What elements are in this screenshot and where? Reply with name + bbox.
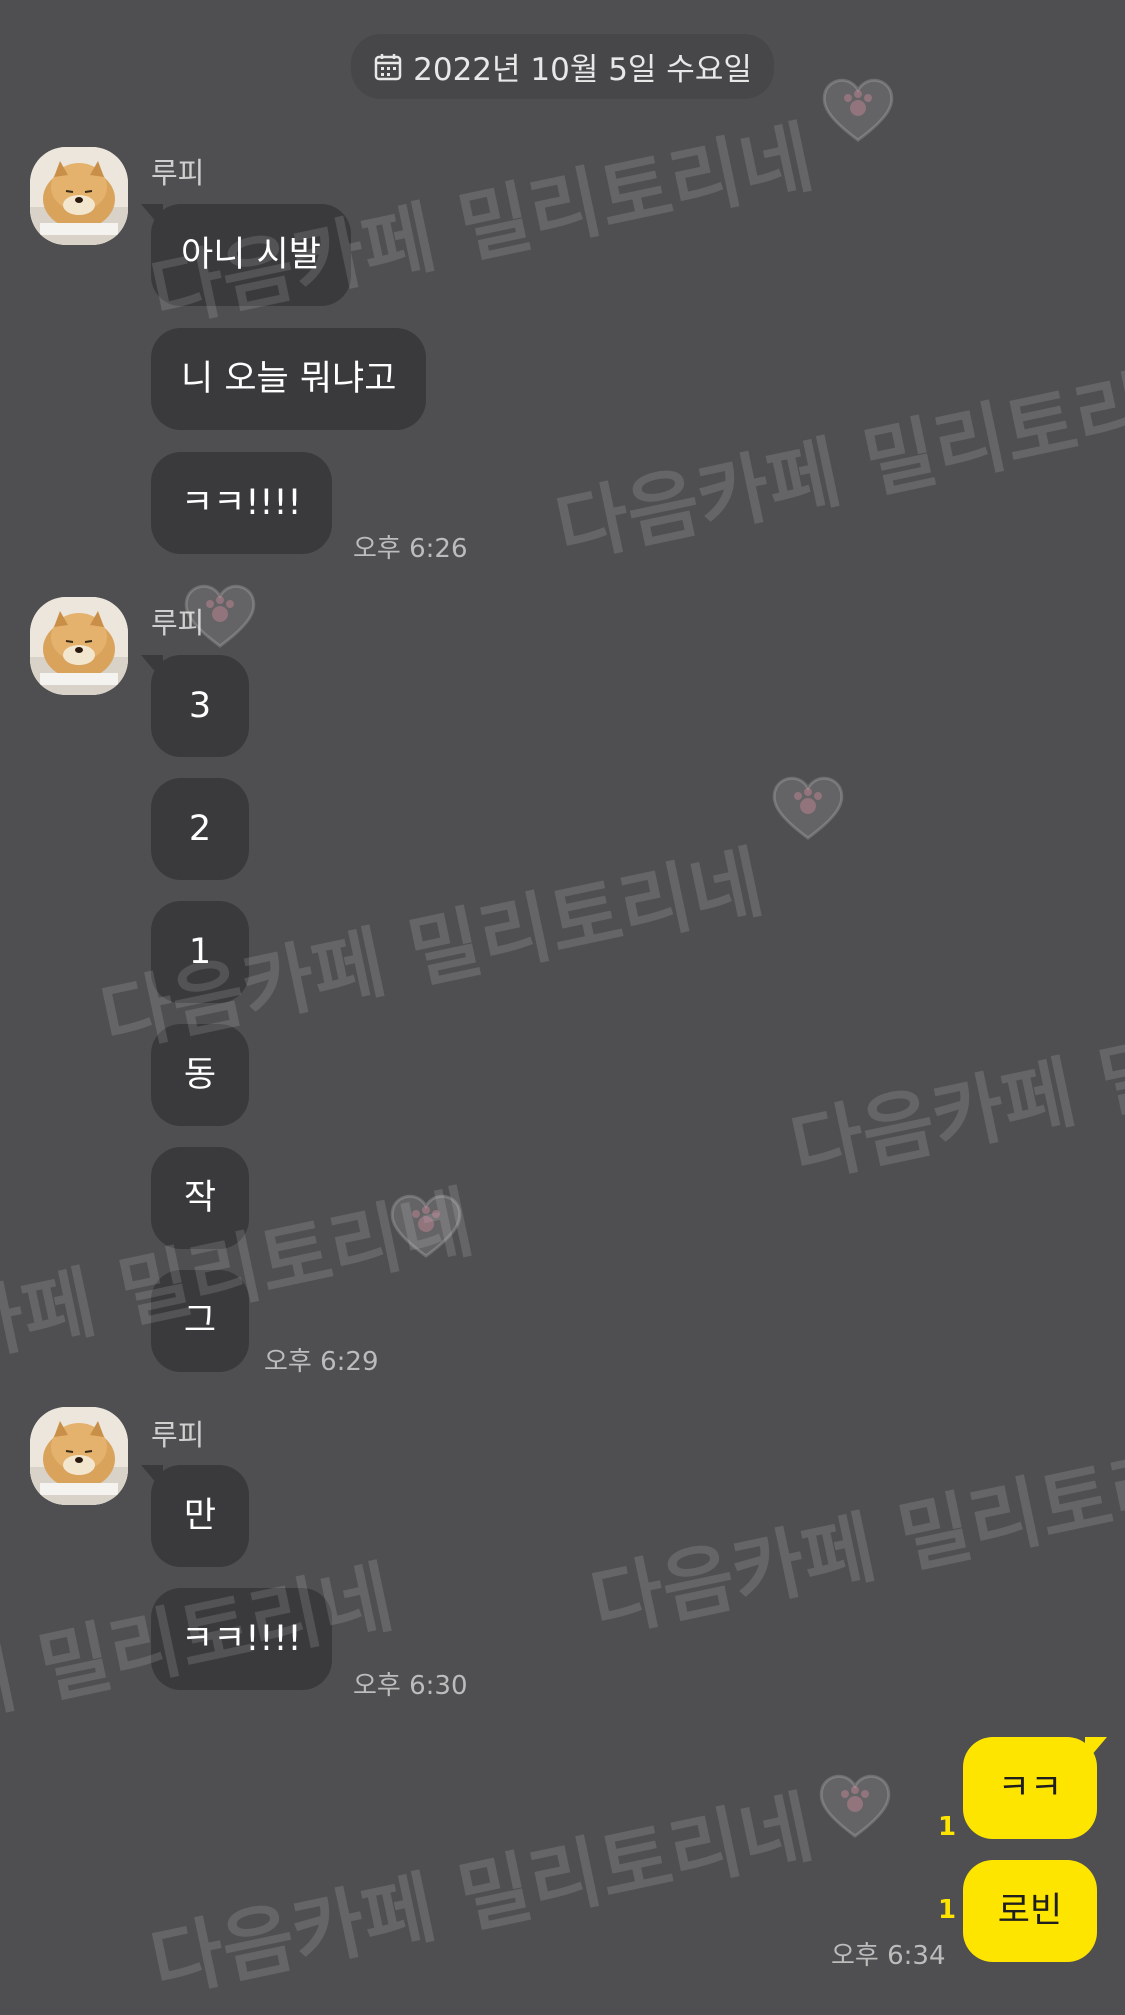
my-message-bubble[interactable]: 로빈 [963,1860,1097,1962]
message-bubble[interactable]: 니 오늘 뭐냐고 [151,328,427,430]
message-bubble[interactable]: 1 [151,901,249,1003]
message-bubble[interactable]: 그 [151,1270,249,1372]
avatar[interactable] [30,1407,128,1505]
avatar[interactable] [30,597,128,695]
watermark-text: 다음카페 밀리토리네 [143,1782,821,2011]
message-time: 오후 6:29 [264,1347,379,1377]
message-bubble[interactable]: 2 [151,778,249,880]
message-time: 오후 6:26 [353,534,468,564]
message-bubble[interactable]: 만 [141,1465,249,1567]
sender-name: 루피 [151,1418,205,1452]
avatar[interactable] [30,147,128,245]
heart-paw-icon [819,1774,891,1838]
message-bubble[interactable]: 아니 시발 [141,204,351,306]
watermark-text: 다음카페 밀리토리네 [548,347,1125,576]
calendar-icon [373,52,403,82]
message-bubble[interactable]: 작 [151,1147,249,1249]
sender-name: 루피 [151,156,205,190]
message-time: 오후 6:30 [353,1671,468,1701]
watermark-text: 다음카페 밀리토리네 [783,967,1125,1196]
date-header: 2022년 10월 5일 수요일 [0,34,1125,99]
heart-paw-icon [772,776,844,840]
message-time: 오후 6:34 [831,1941,946,1971]
unread-count: 1 [938,1812,957,1842]
date-text: 2022년 10월 5일 수요일 [413,52,752,88]
date-pill: 2022년 10월 5일 수요일 [351,34,774,99]
message-bubble[interactable]: 3 [141,655,249,757]
message-bubble[interactable]: 동 [151,1024,249,1126]
unread-count: 1 [938,1895,957,1925]
heart-paw-icon [390,1194,462,1258]
message-bubble[interactable]: ㅋㅋ!!!! [151,452,332,554]
message-bubble[interactable]: ㅋㅋ!!!! [151,1588,332,1690]
watermark-text: 다음카페 밀리토리네 [583,1422,1125,1651]
my-message-bubble[interactable]: ㅋㅋ [963,1737,1107,1839]
sender-name: 루피 [151,606,205,640]
